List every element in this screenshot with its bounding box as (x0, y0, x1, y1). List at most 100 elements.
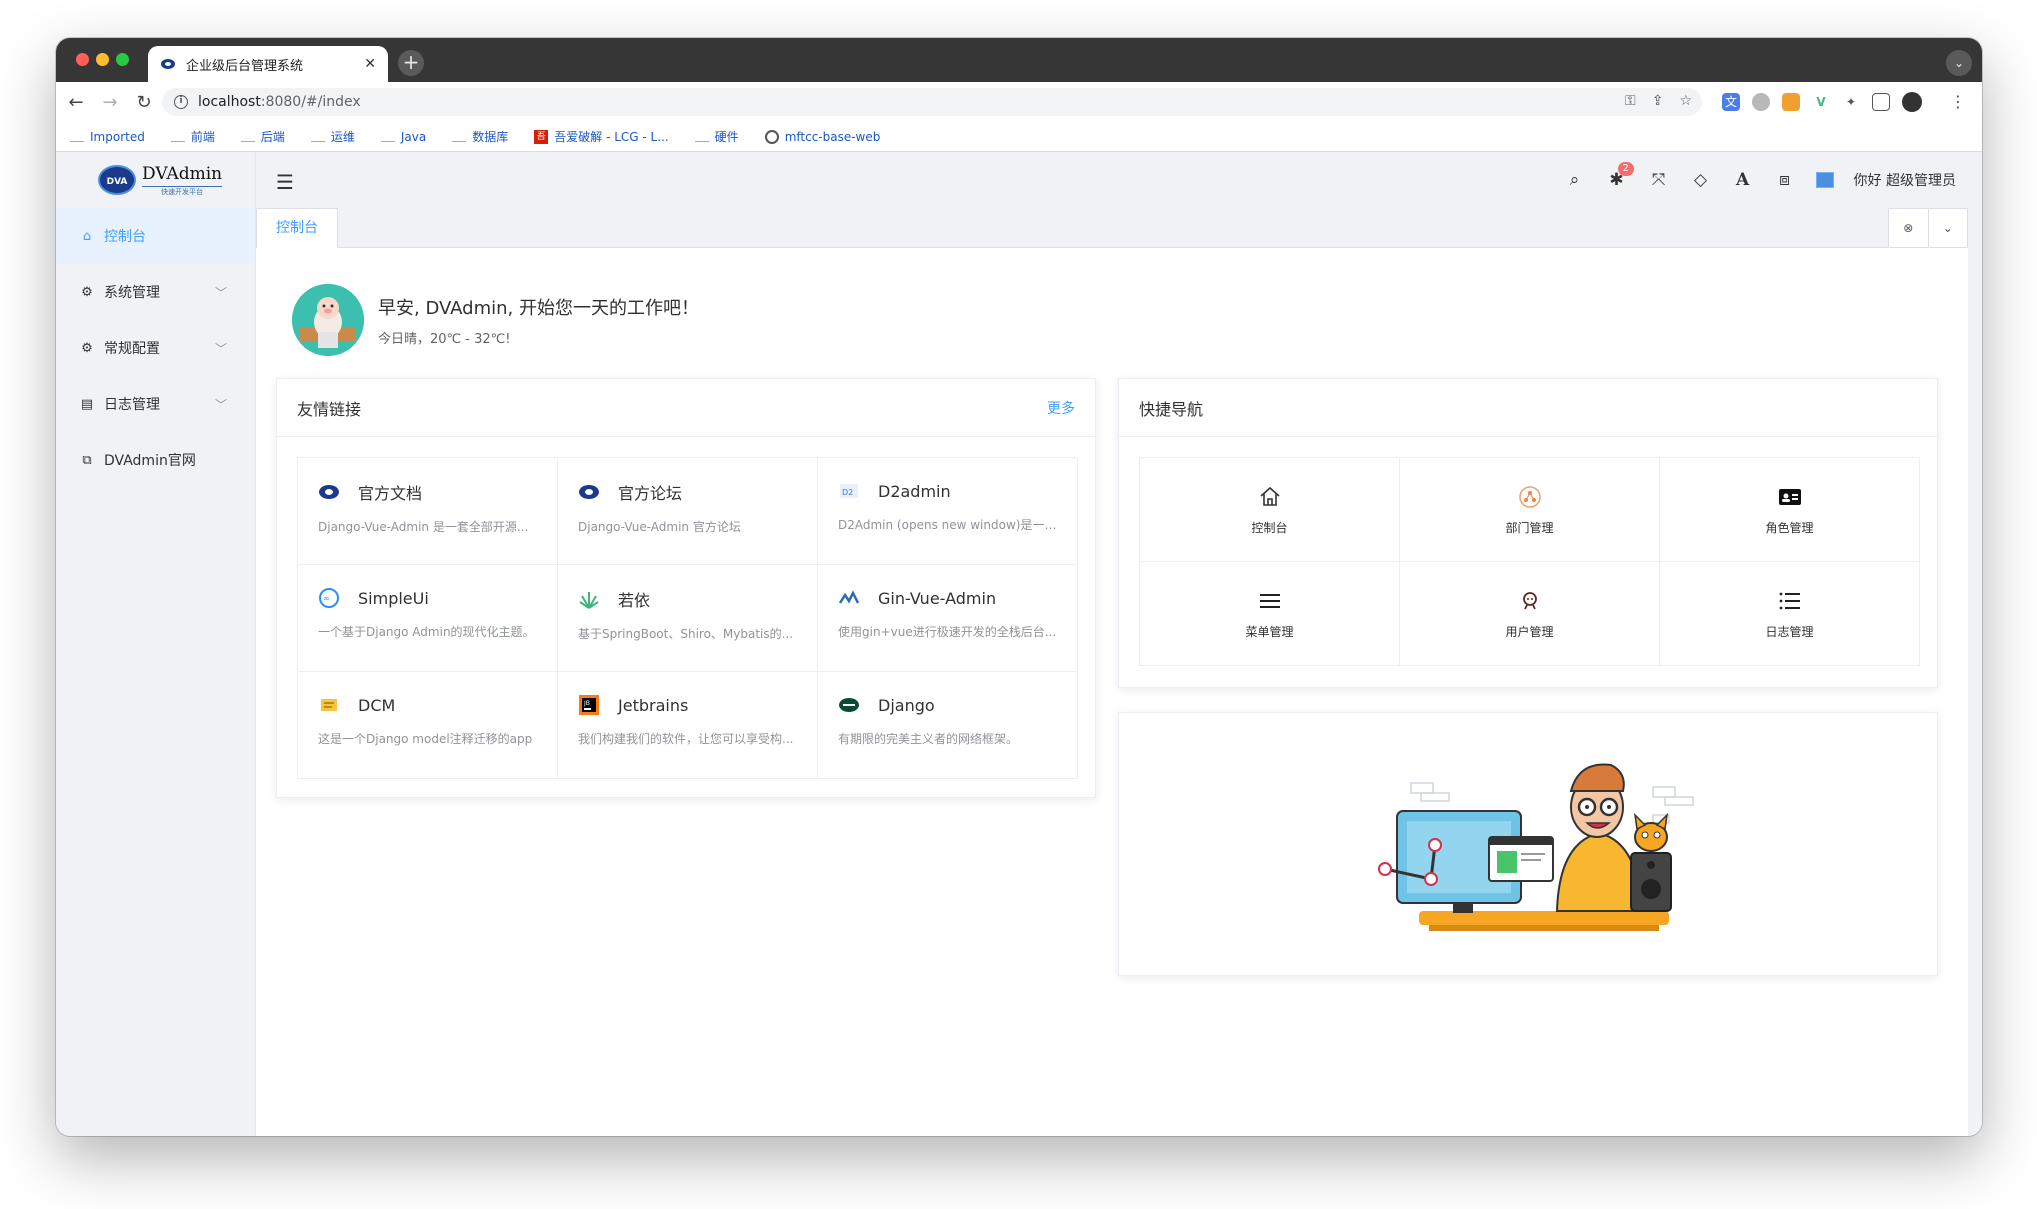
chevron-down-icon: ﹀ (214, 342, 227, 356)
puzzle-icon[interactable]: ✦ (1842, 93, 1860, 111)
extension-icon[interactable] (1752, 93, 1770, 111)
sidebar: DVA DVAdmin 快速开发平台 ⌂ 控制台 ⚙ 系统管理 ﹀ ⚙ 常规配置… (56, 152, 256, 1136)
vue-devtools-icon[interactable]: V (1812, 93, 1830, 111)
bug-icon[interactable]: ✱ 2 (1606, 162, 1634, 190)
bookmark-folder[interactable]: 数据库 (452, 128, 508, 145)
folder-icon (240, 132, 255, 142)
search-icon[interactable]: ⌕ (1564, 170, 1586, 190)
browser-titlebar: 企业级后台管理系统 ✕ + ⌄ (56, 38, 1982, 82)
sidebar-item-config[interactable]: ⚙ 常规配置 ﹀ (56, 320, 255, 376)
close-window-button[interactable] (76, 53, 89, 66)
url-text[interactable]: localhost:8080/#/index (198, 94, 361, 110)
tab-dashboard[interactable]: 控制台 (256, 208, 338, 248)
chevron-down-icon: ﹀ (214, 398, 227, 412)
developer-illustration (1378, 763, 1694, 931)
user-avatar (292, 284, 364, 356)
tab-close-all-icon[interactable]: ⊗ (1889, 209, 1929, 247)
new-tab-button[interactable]: + (398, 50, 424, 76)
bookmark-folder[interactable]: 后端 (240, 128, 285, 145)
maximize-window-button[interactable] (116, 53, 129, 66)
dvadmin-logo-icon: DVA (98, 165, 136, 195)
color-picker-icon[interactable] (1815, 172, 1834, 188)
fullscreen-icon[interactable]: ⤧ (1648, 170, 1670, 190)
minimize-window-button[interactable] (96, 53, 109, 66)
simpleui-icon: ∞ (319, 588, 339, 608)
bookmark-folder[interactable]: 硬件 (694, 128, 739, 145)
link-card-jetbrains[interactable]: JB Jetbrains 我们构建我们的软件，让您可以享受构... (558, 672, 818, 779)
52pojie-icon: 吾 (534, 129, 549, 144)
user-greeting[interactable]: 你好 超级管理员 (1854, 170, 1956, 190)
site-info-icon[interactable]: i (174, 95, 188, 109)
chevron-down-icon: ﹀ (214, 286, 227, 300)
link-card-d2admin[interactable]: D2 D2admin D2Admin (opens new window)是一个… (818, 458, 1078, 565)
link-card-gin-vue-admin[interactable]: Gin-Vue-Admin 使用gin+vue进行极速开发的全栈后台... (818, 565, 1078, 672)
more-link[interactable]: 更多 (1047, 398, 1075, 418)
bookmarks-bar: Imported 前端 后端 运维 Java 数据库 吾吾爱破解 - LCG -… (56, 122, 1982, 152)
close-tab-icon[interactable]: ✕ (364, 56, 376, 72)
gear-icon: ⚙ (81, 284, 93, 300)
reload-button[interactable]: ↻ (130, 92, 158, 113)
nav-user[interactable]: 用户管理 (1400, 562, 1660, 666)
link-card-ruoyi[interactable]: 若依 基于SpringBoot、Shiro、Mybatis的... (558, 565, 818, 672)
bookmark-link[interactable]: 吾吾爱破解 - LCG - L... (534, 128, 669, 145)
folder-icon (70, 132, 84, 142)
favicon-icon (161, 59, 175, 69)
id-card-icon (1778, 489, 1801, 505)
address-bar[interactable]: i localhost:8080/#/index ⚿ ⇪ ☆ (162, 88, 1702, 116)
illustration-card (1118, 712, 1938, 976)
link-card-django[interactable]: Django 有期限的完美主义者的网络框架。 (818, 672, 1078, 779)
forward-button[interactable]: → (96, 92, 124, 113)
link-card-docs[interactable]: 官方文档 Django-Vue-Admin 是一套全部开源... (298, 458, 558, 565)
sidebar-item-logs[interactable]: ▤ 日志管理 ﹀ (56, 376, 255, 432)
user-icon (1522, 592, 1537, 610)
nav-department[interactable]: 部门管理 (1400, 458, 1660, 562)
sidebar-item-system[interactable]: ⚙ 系统管理 ﹀ (56, 264, 255, 320)
bookmark-folder[interactable]: 前端 (170, 128, 215, 145)
key-icon[interactable]: ⚿ (1625, 93, 1636, 109)
department-icon (1518, 486, 1541, 508)
link-card-dcm[interactable]: DCM 这是一个Django model注释迁移的app (298, 672, 558, 779)
nav-logs[interactable]: 日志管理 (1660, 562, 1920, 666)
bookmark-folder[interactable]: 运维 (310, 128, 355, 145)
sidebar-item-dashboard[interactable]: ⌂ 控制台 (56, 208, 255, 264)
browser-window: 企业级后台管理系统 ✕ + ⌄ ← → ↻ i localhost:8080/#… (56, 38, 1982, 1136)
collapse-menu-icon[interactable]: ☰ (276, 170, 294, 194)
folder-icon (452, 132, 467, 142)
translate-extension-icon[interactable]: 文 (1722, 93, 1740, 111)
link-card-simpleui[interactable]: ∞ SimpleUi 一个基于Django Admin的现代化主题。 (298, 565, 558, 672)
book-icon: ▤ (80, 396, 94, 412)
font-size-icon[interactable]: A (1732, 170, 1754, 190)
link-card-forum[interactable]: 官方论坛 Django-Vue-Admin 官方论坛 (558, 458, 818, 565)
bookmark-folder[interactable]: Java (380, 130, 426, 144)
browser-tab[interactable]: 企业级后台管理系统 ✕ (148, 46, 388, 82)
nav-role[interactable]: 角色管理 (1660, 458, 1920, 562)
bookmark-star-icon[interactable]: ☆ (1679, 93, 1692, 109)
external-link-icon: ⧉ (82, 452, 92, 468)
extension-icon[interactable] (1782, 93, 1800, 111)
reading-list-icon[interactable] (1872, 93, 1890, 111)
ruoyi-leaf-icon (579, 592, 599, 609)
browser-menu-icon[interactable]: ⋮ (1950, 92, 1966, 111)
sidebar-item-website[interactable]: ⧉ DVAdmin官网 (56, 432, 255, 488)
share-icon[interactable]: ⇪ (1652, 93, 1664, 109)
quick-nav-card: 快捷导航 控制台 部门管理 角色管理 菜单管理 用户管理 日志管理 (1118, 378, 1938, 688)
app-header: ☰ ⌕ ✱ 2 ⤧ ◇ A ⧈ 你好 超级管理员 (256, 152, 1982, 208)
chevron-down-icon[interactable]: ⌄ (1929, 209, 1968, 247)
nav-menu[interactable]: 菜单管理 (1140, 562, 1400, 666)
theme-diamond-icon[interactable]: ◇ (1690, 170, 1712, 190)
welcome-section: 早安, DVAdmin, 开始您一天的工作吧！ 今日晴，20℃ - 32℃! (292, 284, 699, 356)
profile-avatar[interactable] (1902, 92, 1922, 112)
bookmark-link[interactable]: mftcc-base-web (764, 129, 880, 144)
page-tabs-bar: 控制台 ⊗ ⌄ (256, 208, 1968, 248)
logo[interactable]: DVA DVAdmin 快速开发平台 (56, 152, 255, 208)
tab-search-button[interactable]: ⌄ (1946, 50, 1972, 76)
list-icon (1779, 592, 1800, 610)
bookmark-folder[interactable]: Imported (70, 130, 145, 144)
svg-text:∞: ∞ (323, 594, 330, 603)
back-button[interactable]: ← (62, 92, 90, 113)
logo-name: DVAdmin (142, 163, 223, 184)
nav-dashboard[interactable]: 控制台 (1140, 458, 1400, 562)
tab-title: 企业级后台管理系统 (186, 58, 304, 74)
dcm-icon (321, 699, 337, 711)
translate-icon[interactable]: ⧈ (1774, 170, 1796, 190)
